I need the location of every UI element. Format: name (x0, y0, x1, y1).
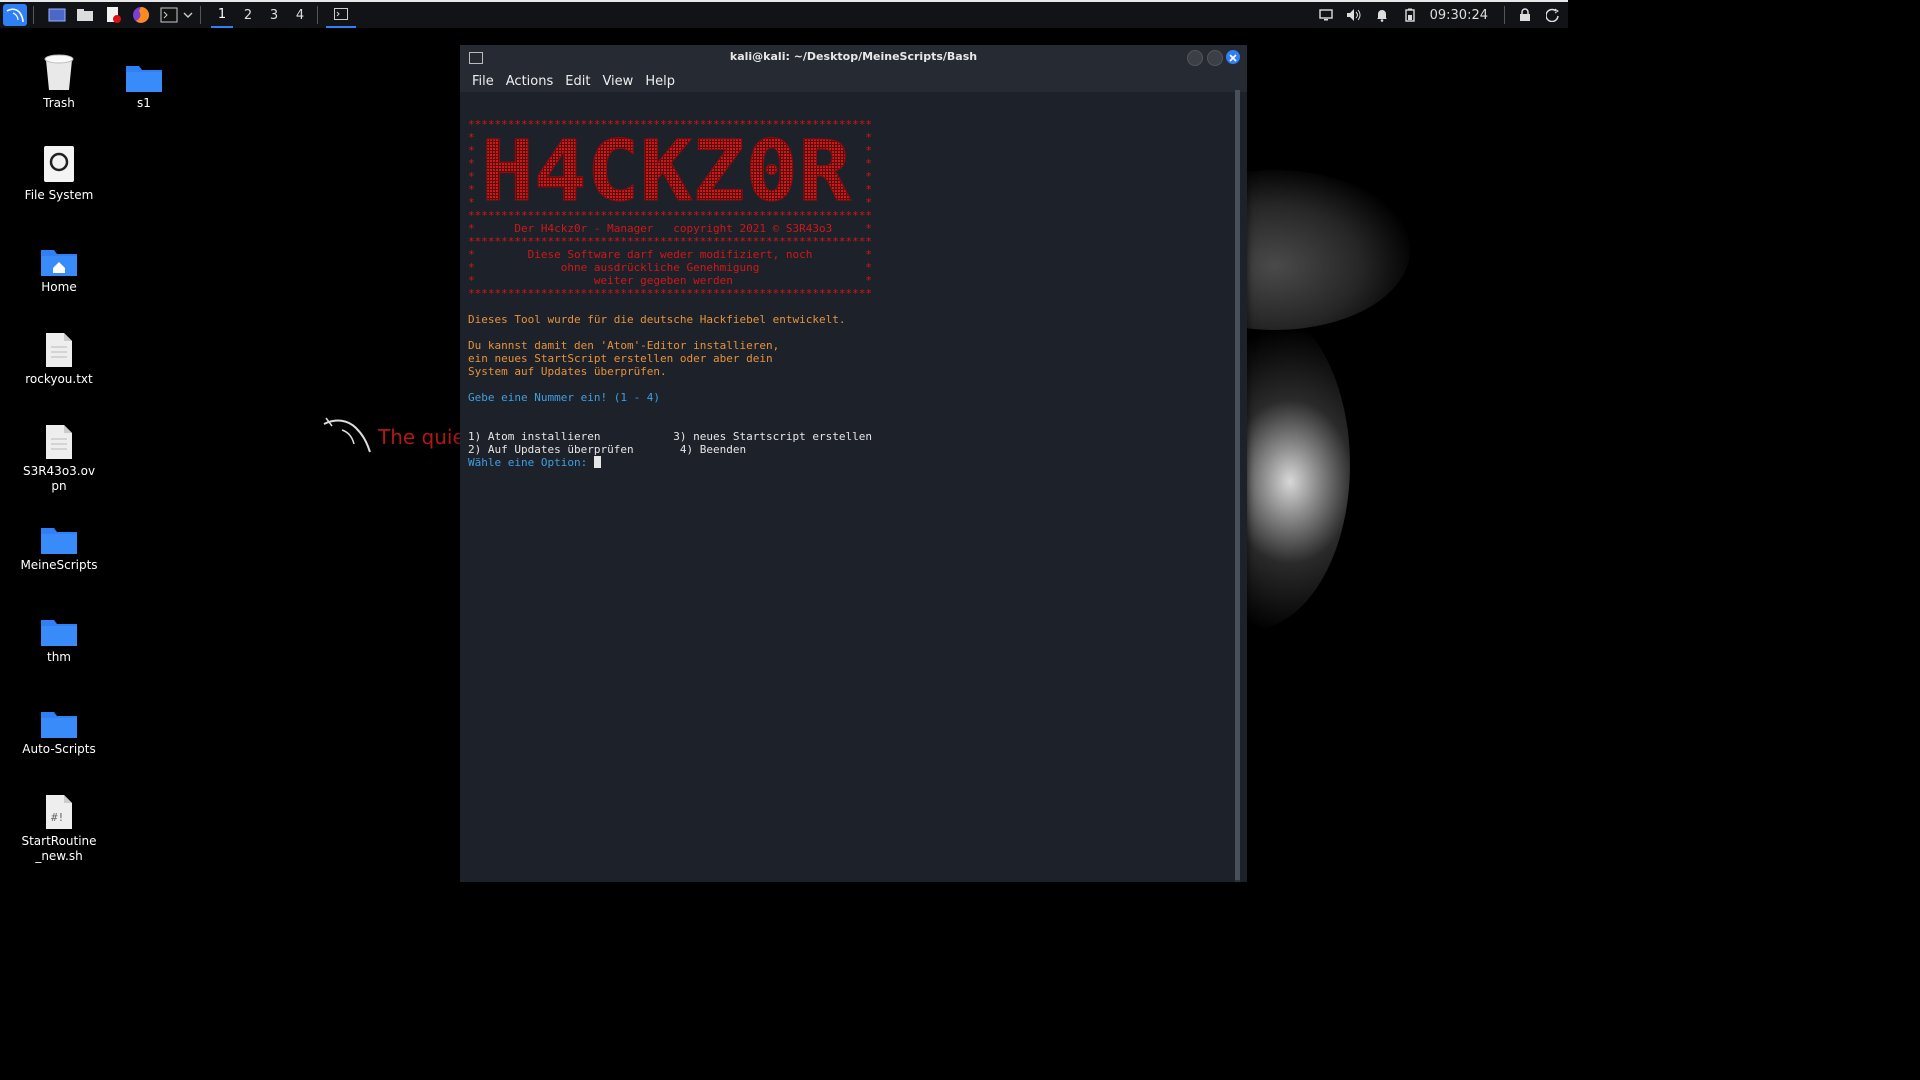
desktop-icon-label: MeineScripts (20, 558, 98, 572)
description-line: System auf Updates überprüfen. (468, 365, 667, 378)
desktop-icon-startroutine[interactable]: #! StartRoutine_new.sh (14, 786, 104, 864)
folder-icon (14, 694, 104, 738)
workspace-1[interactable]: 1 (211, 2, 233, 28)
desktop-icon-label: Home (41, 280, 77, 294)
desktop-icon-auto-scripts[interactable]: Auto-Scripts (14, 694, 104, 757)
home-folder-icon (14, 232, 104, 276)
top-panel: 1 2 3 4 09:30:24 (0, 0, 1568, 28)
desktop-icon-home[interactable]: Home (14, 232, 104, 295)
volume-icon[interactable] (1343, 4, 1365, 26)
workspace-2[interactable]: 2 (237, 2, 259, 28)
panel-clock[interactable]: 09:30:24 (1430, 8, 1488, 23)
panel-separator (33, 6, 34, 24)
text-file-icon (14, 416, 104, 460)
desktop-icon-label: thm (47, 650, 71, 664)
description-line: ein neues StartScript erstellen oder abe… (468, 352, 773, 365)
desktop-icon-label: s1 (137, 96, 151, 110)
panel-separator (200, 6, 201, 24)
option-prompt: Wähle eine Option: (468, 456, 594, 469)
panel-tray: 09:30:24 (1312, 2, 1568, 28)
workspace-4[interactable]: 4 (289, 2, 311, 28)
window-titlebar[interactable]: kali@kali: ~/Desktop/MeineScripts/Bash (460, 45, 1247, 70)
option-input-line[interactable]: Wähle eine Option: (468, 456, 601, 469)
terminal-launcher-icon[interactable] (158, 4, 180, 26)
panel-separator (1504, 6, 1505, 24)
desktop-icon-trash[interactable]: Trash (14, 48, 104, 111)
menu-options-line-1: 1) Atom installieren 3) neues Startscrip… (468, 430, 872, 443)
banner-text: H4CKZ0R (481, 136, 851, 208)
workspace-3[interactable]: 3 (263, 2, 285, 28)
close-icon (1229, 54, 1237, 62)
shell-script-icon: #! (14, 786, 104, 830)
terminal-output[interactable]: ****************************************… (460, 92, 1247, 882)
desktop-icon-label: Auto-Scripts (22, 742, 96, 756)
folder-icon (99, 48, 189, 92)
terminal-window: kali@kali: ~/Desktop/MeineScripts/Bash F… (460, 45, 1247, 882)
desktop-icon-thm[interactable]: thm (14, 602, 104, 665)
desktop-icon-label: S3R43o3.ovpn (22, 464, 96, 493)
lock-icon[interactable] (1514, 4, 1536, 26)
description-line: Du kannst damit den 'Atom'-Editor instal… (468, 339, 780, 352)
text-editor-icon[interactable] (102, 4, 124, 26)
menu-actions[interactable]: Actions (500, 74, 560, 89)
number-prompt: Gebe eine Nummer ein! (1 - 4) (468, 391, 661, 404)
desktop-icon-label: StartRoutine_new.sh (21, 834, 97, 863)
chevron-down-icon[interactable] (182, 4, 194, 26)
license-line: * ohne ausdrückliche Genehmigung * (468, 261, 872, 274)
banner-border: ****************************************… (468, 235, 872, 248)
show-desktop-icon[interactable] (46, 4, 68, 26)
banner-border-top: ****************************************… (468, 118, 872, 131)
scrollbar-thumb[interactable] (1235, 90, 1240, 880)
desktop-icon-file-system[interactable]: File System (14, 140, 104, 203)
desktop-icon-s1[interactable]: s1 (99, 48, 189, 111)
panel-separator (317, 6, 318, 24)
maximize-button[interactable] (1207, 50, 1223, 66)
battery-icon[interactable] (1399, 4, 1421, 26)
kali-dragon-logo (323, 417, 371, 453)
window-menubar: File Actions Edit View Help (460, 70, 1247, 92)
menu-help[interactable]: Help (639, 74, 681, 89)
menu-edit[interactable]: Edit (559, 74, 596, 89)
drive-icon (14, 140, 104, 184)
wallpaper-slogan: The quie (378, 425, 465, 449)
license-line: * weiter gegeben werden * (468, 274, 872, 287)
kali-menu-icon[interactable] (3, 4, 27, 26)
text-cursor (593, 456, 601, 468)
banner-border: ****************************************… (468, 209, 872, 222)
text-file-icon (14, 324, 104, 368)
banner-border-bottom: ****************************************… (468, 287, 872, 300)
folder-icon (14, 510, 104, 554)
file-manager-icon[interactable] (74, 4, 96, 26)
firefox-icon[interactable] (130, 4, 152, 26)
svg-text:#!: #! (51, 811, 64, 824)
window-title: kali@kali: ~/Desktop/MeineScripts/Bash (729, 50, 978, 63)
menu-file[interactable]: File (466, 74, 500, 89)
intro-text: Dieses Tool wurde für die deutsche Hackf… (468, 313, 846, 326)
desktop-icon-rockyou[interactable]: rockyou.txt (14, 324, 104, 387)
desktop-icon-meinescripts[interactable]: MeineScripts (14, 510, 104, 573)
menu-view[interactable]: View (596, 74, 639, 89)
folder-icon (14, 602, 104, 646)
trash-icon (14, 48, 104, 92)
close-button[interactable] (1226, 50, 1240, 64)
minimize-button[interactable] (1187, 50, 1203, 66)
banner-header-line: * Der H4ckz0r - Manager copyright 2021 ©… (468, 222, 872, 235)
taskbar-terminal-window[interactable] (326, 2, 356, 28)
license-line: * Diese Software darf weder modifiziert,… (468, 248, 872, 261)
desktop-icon-label: File System (24, 188, 94, 202)
menu-options-line-2: 2) Auf Updates überprüfen 4) Beenden (468, 443, 747, 456)
desktop-icon-label: Trash (43, 96, 75, 110)
desktop-icon-label: rockyou.txt (25, 372, 93, 386)
h4ckz0r-ascii-banner: H4CKZ0R (481, 136, 852, 208)
notifications-bell-icon[interactable] (1371, 4, 1393, 26)
display-icon[interactable] (1315, 4, 1337, 26)
desktop-icon-ovpn[interactable]: S3R43o3.ovpn (14, 416, 104, 494)
logout-icon[interactable] (1542, 4, 1564, 26)
